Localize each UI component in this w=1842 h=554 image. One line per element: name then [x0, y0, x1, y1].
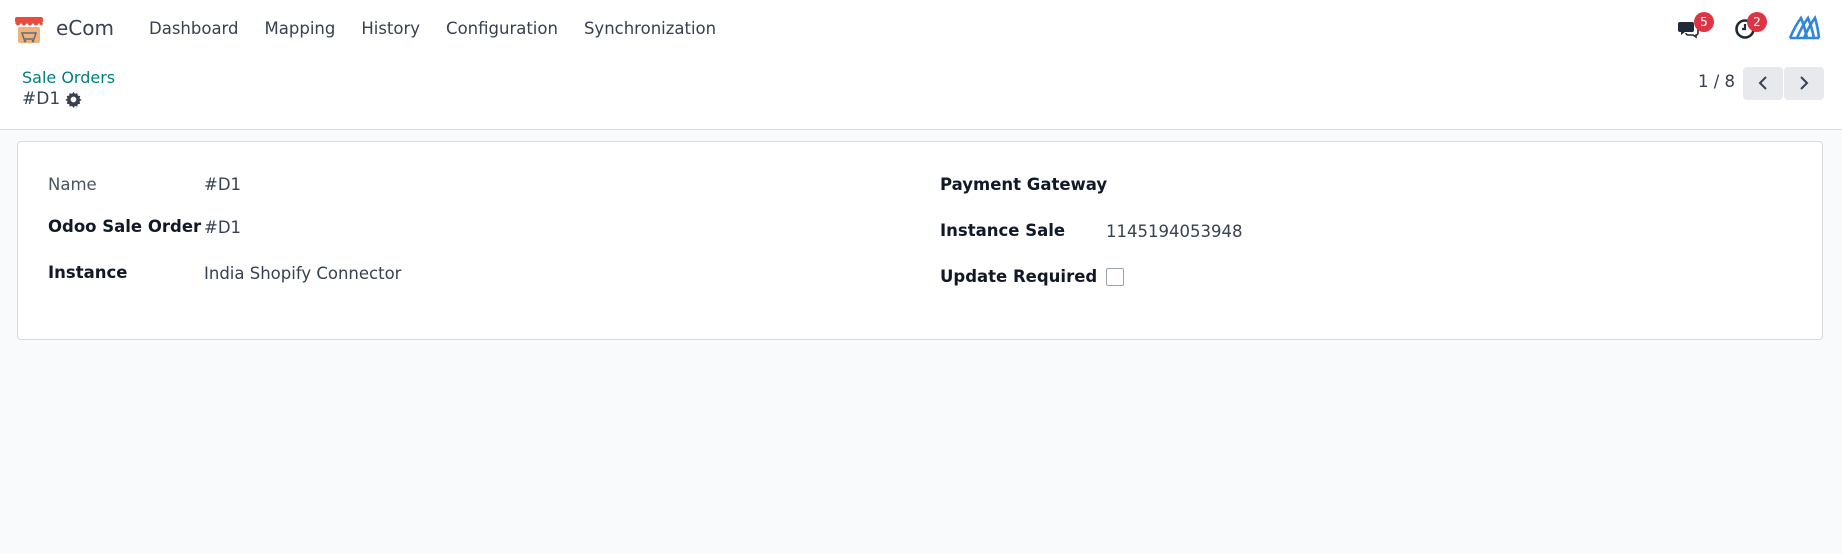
pager-value[interactable]: 1 / 8	[1698, 72, 1735, 91]
menu-item-dashboard[interactable]: Dashboard	[136, 0, 252, 58]
record-title: #D1	[22, 89, 61, 109]
breadcrumb-sale-orders[interactable]: Sale Orders	[22, 68, 115, 87]
company-logo-icon[interactable]	[1787, 14, 1821, 44]
instance-sale-value[interactable]: 1145194053948	[1106, 222, 1242, 241]
menu-item-configuration[interactable]: Configuration	[433, 0, 571, 58]
pager-previous-button[interactable]	[1743, 67, 1783, 100]
instance-sale-label: Instance Sale	[940, 221, 1066, 240]
gear-icon[interactable]	[65, 91, 82, 108]
update-required-label: Update Required	[940, 267, 1098, 286]
instance-value[interactable]: India Shopify Connector	[204, 264, 401, 283]
menu-item-synchronization[interactable]: Synchronization	[571, 0, 729, 58]
odoo-sale-order-label: Odoo Sale Order	[48, 217, 202, 236]
pager-next-button[interactable]	[1784, 67, 1824, 100]
update-required-checkbox[interactable]	[1106, 268, 1124, 286]
instance-label: Instance	[48, 263, 128, 282]
name-label: Name	[48, 175, 97, 194]
form-sheet: Name #D1 Odoo Sale Order #D1 Instance In…	[17, 141, 1823, 340]
menu-item-history[interactable]: History	[348, 0, 433, 58]
top-navbar: eCom Dashboard Mapping History Configura…	[0, 0, 1842, 58]
chevron-left-icon	[1758, 76, 1767, 90]
chevron-right-icon	[1800, 76, 1809, 90]
odoo-sale-order-value[interactable]: #D1	[204, 218, 241, 237]
menu-item-mapping[interactable]: Mapping	[252, 0, 349, 58]
name-value: #D1	[204, 175, 242, 194]
app-name[interactable]: eCom	[56, 16, 114, 40]
payment-gateway-label: Payment Gateway	[940, 175, 1108, 194]
messages-badge: 5	[1694, 12, 1714, 32]
control-panel: Sale Orders #D1 1 / 8	[0, 58, 1842, 130]
ecom-app-logo-icon[interactable]	[13, 13, 45, 45]
activities-badge: 2	[1747, 12, 1767, 32]
main-menu: Dashboard Mapping History Configuration …	[136, 0, 729, 58]
